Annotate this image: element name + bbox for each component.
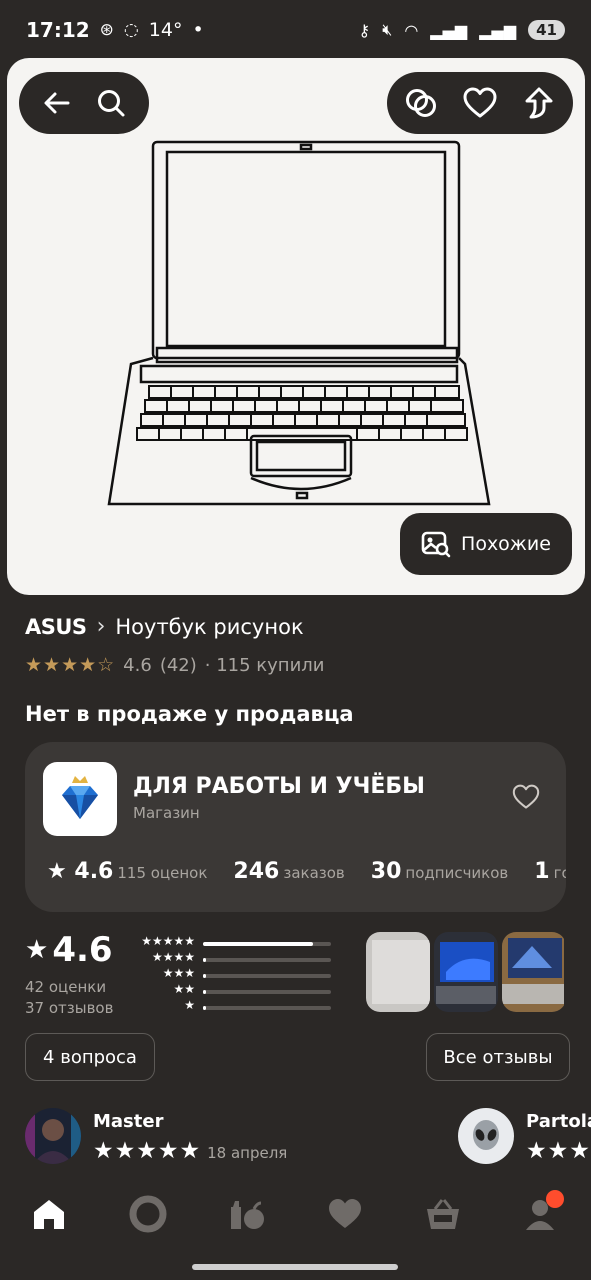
review-author: Master bbox=[93, 1111, 164, 1132]
nav-alice[interactable] bbox=[118, 1184, 178, 1244]
home-icon bbox=[34, 1200, 65, 1229]
rating-distribution: ★★★★★ ★★★★ ★★★ ★★ ★ bbox=[125, 934, 335, 1016]
catalog-icon bbox=[231, 1201, 265, 1229]
rating-summary[interactable]: ★ 4.6 42 оценки 37 отзывов ★★★★★ ★★★★ ★★… bbox=[25, 930, 355, 1020]
availability-status: Нет в продаже у продавца bbox=[25, 702, 354, 726]
distribution-row-4: ★★★★ bbox=[125, 950, 335, 968]
distribution-row-3: ★★★ bbox=[125, 966, 335, 984]
status-temperature: 14° bbox=[148, 19, 183, 41]
app-notification-icon: ⊛ bbox=[99, 20, 114, 40]
ratings-count: 42 оценки bbox=[25, 978, 107, 996]
nav-catalog[interactable] bbox=[216, 1184, 276, 1244]
rating-value: 4.6 bbox=[123, 654, 152, 676]
review-photo-1[interactable] bbox=[366, 932, 430, 1012]
review-stars: ★★★★★ 18 апреля bbox=[93, 1138, 288, 1164]
image-search-icon bbox=[421, 531, 451, 558]
alice-icon bbox=[129, 1195, 167, 1233]
breadcrumb-separator: › bbox=[96, 614, 106, 639]
overall-rating: ★ 4.6 bbox=[25, 930, 113, 970]
shop-type: Магазин bbox=[133, 804, 200, 822]
heart-icon bbox=[463, 87, 497, 118]
share-icon bbox=[525, 87, 553, 119]
distribution-row-2: ★★ bbox=[125, 982, 335, 1000]
search-icon bbox=[98, 90, 125, 117]
review-photo-3[interactable] bbox=[502, 932, 566, 1012]
nav-favorites[interactable] bbox=[315, 1184, 375, 1244]
share-button[interactable] bbox=[515, 79, 563, 127]
key-icon: ⚷ bbox=[358, 20, 371, 40]
top-right-controls bbox=[387, 72, 573, 134]
rating-count: (42) bbox=[159, 654, 197, 676]
review-photo-2[interactable] bbox=[434, 932, 498, 1012]
favorite-button[interactable] bbox=[456, 79, 504, 127]
review-author: Partola bbox=[526, 1111, 591, 1132]
signal-2-icon: ▂▄▆ bbox=[479, 20, 517, 40]
shop-stats: ★ 4.6 115 оценок 246 заказов 30 подписчиков… bbox=[47, 859, 566, 884]
questions-button[interactable]: 4 вопроса bbox=[25, 1033, 155, 1081]
notification-badge bbox=[545, 1190, 564, 1208]
nav-profile[interactable] bbox=[512, 1184, 572, 1244]
avatar bbox=[25, 1108, 81, 1164]
back-arrow-icon bbox=[44, 92, 70, 114]
similar-label: Похожие bbox=[461, 533, 551, 555]
nav-home[interactable] bbox=[19, 1184, 79, 1244]
shop-stat-subscribers: 30 подписчиков bbox=[370, 859, 509, 884]
product-image[interactable]: Похожие bbox=[7, 58, 585, 595]
battery-indicator: 41 bbox=[528, 20, 565, 40]
wifi-icon: ◠ bbox=[404, 20, 419, 40]
heart-icon bbox=[328, 1199, 361, 1228]
shop-card[interactable]: ДЛЯ РАБОТЫ И УЧЁБЫ Магазин ★ 4.6 115 оцен… bbox=[25, 742, 566, 912]
product-rating-row[interactable]: ★★★★☆ 4.6 (42) · 115 купили bbox=[25, 654, 324, 676]
top-left-controls bbox=[19, 72, 149, 134]
status-time: 17:12 bbox=[26, 18, 90, 42]
rating-stars: ★★★★☆ bbox=[25, 654, 116, 676]
compare-icon bbox=[406, 89, 436, 117]
laptop-illustration bbox=[107, 140, 491, 506]
all-reviews-button[interactable]: Все отзывы bbox=[426, 1033, 570, 1081]
review-date: 18 апреля bbox=[207, 1144, 288, 1162]
diamond-crown-icon bbox=[62, 776, 98, 819]
chat-notification-icon: ◌ bbox=[123, 20, 139, 40]
review-stars: ★★★ bbox=[526, 1138, 591, 1164]
nav-cart[interactable] bbox=[413, 1184, 473, 1244]
review-photos bbox=[366, 932, 566, 1014]
similar-button[interactable]: Похожие bbox=[400, 513, 572, 575]
heart-outline-icon bbox=[512, 784, 540, 809]
search-button[interactable] bbox=[87, 79, 135, 127]
cart-icon bbox=[427, 1199, 460, 1229]
shop-logo bbox=[43, 762, 117, 836]
status-bar: 17:12 ⊛ ◌ 14° • ⚷ 🔇︎ ◠ ▂▄▆ ▂▄▆ 41 bbox=[0, 0, 591, 60]
shop-name: ДЛЯ РАБОТЫ И УЧЁБЫ bbox=[133, 774, 425, 799]
reviews-count: 37 отзывов bbox=[25, 999, 114, 1017]
distribution-row-1: ★ bbox=[125, 998, 335, 1016]
review-card[interactable]: Master ★★★★★ 18 апреля bbox=[25, 1108, 287, 1164]
product-title: Ноутбук рисунок bbox=[115, 614, 304, 639]
shop-stat-orders: 246 заказов bbox=[233, 859, 345, 884]
signal-icon: ▂▄▆ bbox=[430, 20, 468, 40]
alien-icon bbox=[458, 1108, 514, 1164]
bought-count: · 115 купили bbox=[204, 654, 325, 676]
mute-icon: 🔇︎ bbox=[382, 20, 393, 39]
status-dot: • bbox=[192, 19, 204, 41]
brand-link[interactable]: ASUS bbox=[25, 615, 87, 639]
shop-favorite-button[interactable] bbox=[512, 784, 540, 814]
star-icon: ★ bbox=[25, 935, 49, 965]
bottom-navigation bbox=[0, 1178, 591, 1250]
shop-stat-rating: ★ 4.6 115 оценок bbox=[47, 859, 208, 884]
shop-stat-age: 1год bbox=[534, 859, 566, 884]
breadcrumb: ASUS › Ноутбук рисунок bbox=[25, 614, 304, 639]
compare-button[interactable] bbox=[397, 79, 445, 127]
avatar bbox=[458, 1108, 514, 1164]
home-indicator[interactable] bbox=[192, 1264, 398, 1270]
back-button[interactable] bbox=[33, 79, 81, 127]
review-card[interactable]: Partola ★★★ bbox=[458, 1108, 591, 1164]
